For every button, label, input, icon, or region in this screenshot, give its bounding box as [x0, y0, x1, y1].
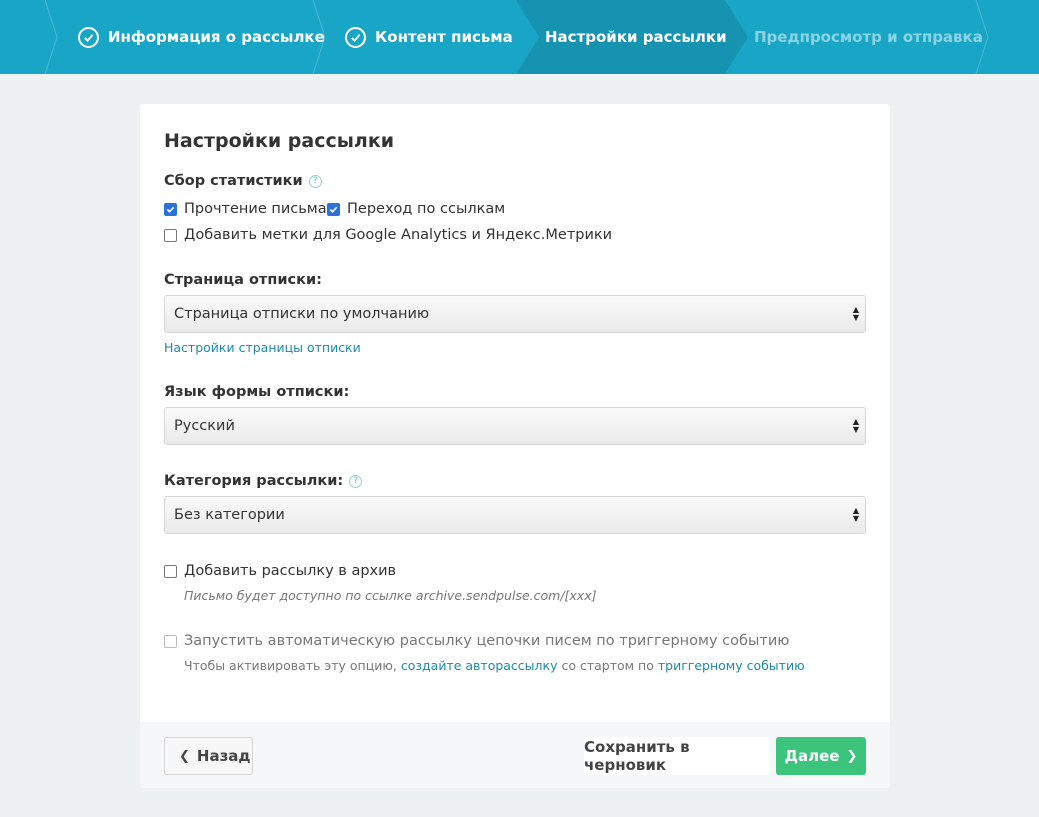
category-value: Без категории: [174, 507, 285, 523]
check-circle-icon: [345, 26, 366, 48]
unsubscribe-page-value: Страница отписки по умолчанию: [174, 306, 430, 322]
back-button-label: Назад: [196, 747, 251, 765]
select-arrows-icon: ▲ ▼: [852, 506, 859, 523]
checkbox-unchecked-icon[interactable]: [164, 228, 177, 242]
help-icon[interactable]: ?: [308, 174, 322, 188]
stats-label-text: Сбор статистики: [164, 173, 303, 189]
unsubscribe-language-select[interactable]: Русский ▲ ▼: [164, 407, 866, 445]
check-circle-icon: [78, 26, 99, 48]
archive-label: Добавить рассылку в архив: [184, 563, 397, 579]
step-divider-icon: [44, 0, 58, 74]
chevron-left-icon: ❮: [179, 748, 190, 764]
category-label: Категория рассылки: ?: [164, 473, 363, 489]
select-arrows-icon: ▲ ▼: [852, 305, 859, 322]
trigger-event-link[interactable]: триггерному событию: [658, 658, 805, 673]
page-title: Настройки рассылки: [164, 130, 395, 152]
step-label: Информация о рассылке: [108, 28, 325, 46]
next-button[interactable]: Далее ❯: [776, 737, 866, 775]
step-label: Контент письма: [375, 28, 513, 46]
automation-hint: Чтобы активировать эту опцию, создайте а…: [184, 658, 805, 673]
checkbox-unchecked-icon[interactable]: [164, 564, 177, 578]
read-tracking-checkbox[interactable]: Прочтение письма: [164, 201, 327, 217]
utm-tags-checkbox[interactable]: Добавить метки для Google Analytics и Ян…: [164, 227, 612, 243]
category-select[interactable]: Без категории ▲ ▼: [164, 496, 866, 534]
create-autoresponder-link[interactable]: создайте авторассылку: [401, 658, 558, 673]
back-button[interactable]: ❮ Назад: [164, 737, 253, 775]
unsubscribe-page-select[interactable]: Страница отписки по умолчанию ▲ ▼: [164, 295, 866, 333]
checkbox-checked-icon[interactable]: [164, 202, 177, 216]
click-tracking-label: Переход по ссылкам: [347, 201, 506, 217]
step-preview-send[interactable]: Предпросмотр и отправка: [754, 0, 983, 74]
wizard-stepper: Информация о рассылке Контент письма Нас…: [0, 0, 1039, 74]
step-label: Предпросмотр и отправка: [754, 28, 983, 46]
unsubscribe-language-label-text: Язык формы отписки:: [164, 384, 350, 400]
unsubscribe-language-value: Русский: [174, 418, 235, 434]
archive-checkbox[interactable]: Добавить рассылку в архив: [164, 563, 396, 579]
trigger-automation-label: Запустить автоматическую рассылку цепочк…: [184, 633, 790, 649]
category-label-text: Категория рассылки:: [164, 473, 344, 489]
unsubscribe-settings-link[interactable]: Настройки страницы отписки: [164, 340, 361, 355]
automation-hint-middle: со стартом по: [561, 658, 654, 673]
settings-card: Настройки рассылки Сбор статистики ? Про…: [140, 104, 890, 788]
next-button-label: Далее: [784, 747, 840, 765]
chevron-right-icon: ❯: [846, 748, 858, 764]
select-arrows-icon: ▲ ▼: [852, 417, 859, 434]
step-label: Настройки рассылки: [545, 28, 727, 46]
save-draft-button[interactable]: Сохранить в черновик: [584, 737, 770, 775]
stats-label: Сбор статистики ?: [164, 173, 322, 189]
step-campaign-settings[interactable]: Настройки рассылки: [545, 0, 727, 74]
unsubscribe-page-label-text: Страница отписки:: [164, 272, 322, 288]
step-campaign-info[interactable]: Информация о рассылке: [78, 0, 325, 74]
click-tracking-checkbox[interactable]: Переход по ссылкам: [327, 201, 505, 217]
unsubscribe-language-label: Язык формы отписки:: [164, 384, 349, 400]
save-draft-label: Сохранить в черновик: [584, 738, 690, 774]
automation-hint-prefix: Чтобы активировать эту опцию,: [184, 658, 397, 673]
checkbox-disabled-icon[interactable]: [164, 634, 177, 648]
unsubscribe-page-label: Страница отписки:: [164, 272, 322, 288]
checkbox-checked-icon[interactable]: [327, 202, 340, 216]
archive-hint: Письмо будет доступно по ссылке archive.…: [184, 588, 597, 603]
trigger-automation-checkbox[interactable]: Запустить автоматическую рассылку цепочк…: [164, 633, 789, 649]
utm-tags-label: Добавить метки для Google Analytics и Ян…: [184, 227, 613, 243]
help-icon[interactable]: ?: [349, 474, 363, 488]
step-email-content[interactable]: Контент письма: [345, 0, 513, 74]
read-tracking-label: Прочтение письма: [184, 201, 327, 217]
